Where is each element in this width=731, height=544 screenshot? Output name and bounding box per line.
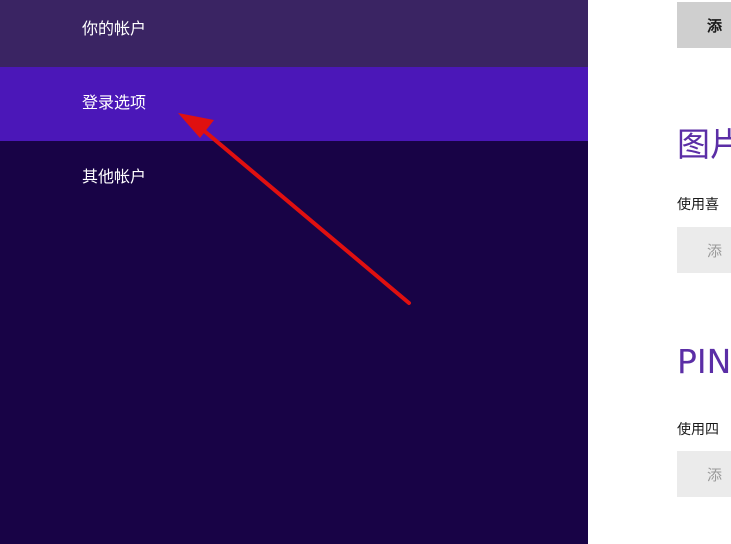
add-button[interactable]: 添 <box>677 2 731 48</box>
pin-description: 使用四 <box>677 422 719 438</box>
sidebar-item-sign-in-options[interactable]: 登录选项 <box>0 67 588 141</box>
sidebar-item-label: 其他帐户 <box>82 167 147 186</box>
add-picture-password-button[interactable]: 添 <box>677 227 731 273</box>
settings-sidebar: 你的帐户 登录选项 其他帐户 <box>0 0 588 544</box>
picture-password-title: 图片 <box>677 125 731 164</box>
sidebar-item-label: 登录选项 <box>82 93 147 112</box>
pin-title: PIN <box>677 342 731 381</box>
add-pin-button[interactable]: 添 <box>677 451 731 497</box>
sidebar-item-other-accounts[interactable]: 其他帐户 <box>0 141 588 215</box>
sidebar-item-your-account[interactable]: 你的帐户 <box>0 0 588 67</box>
picture-password-description: 使用喜 <box>677 197 719 213</box>
sidebar-item-label: 你的帐户 <box>82 19 147 38</box>
sign-in-options-panel: 添 图片 使用喜 添 PIN 使用四 添 <box>588 0 731 544</box>
